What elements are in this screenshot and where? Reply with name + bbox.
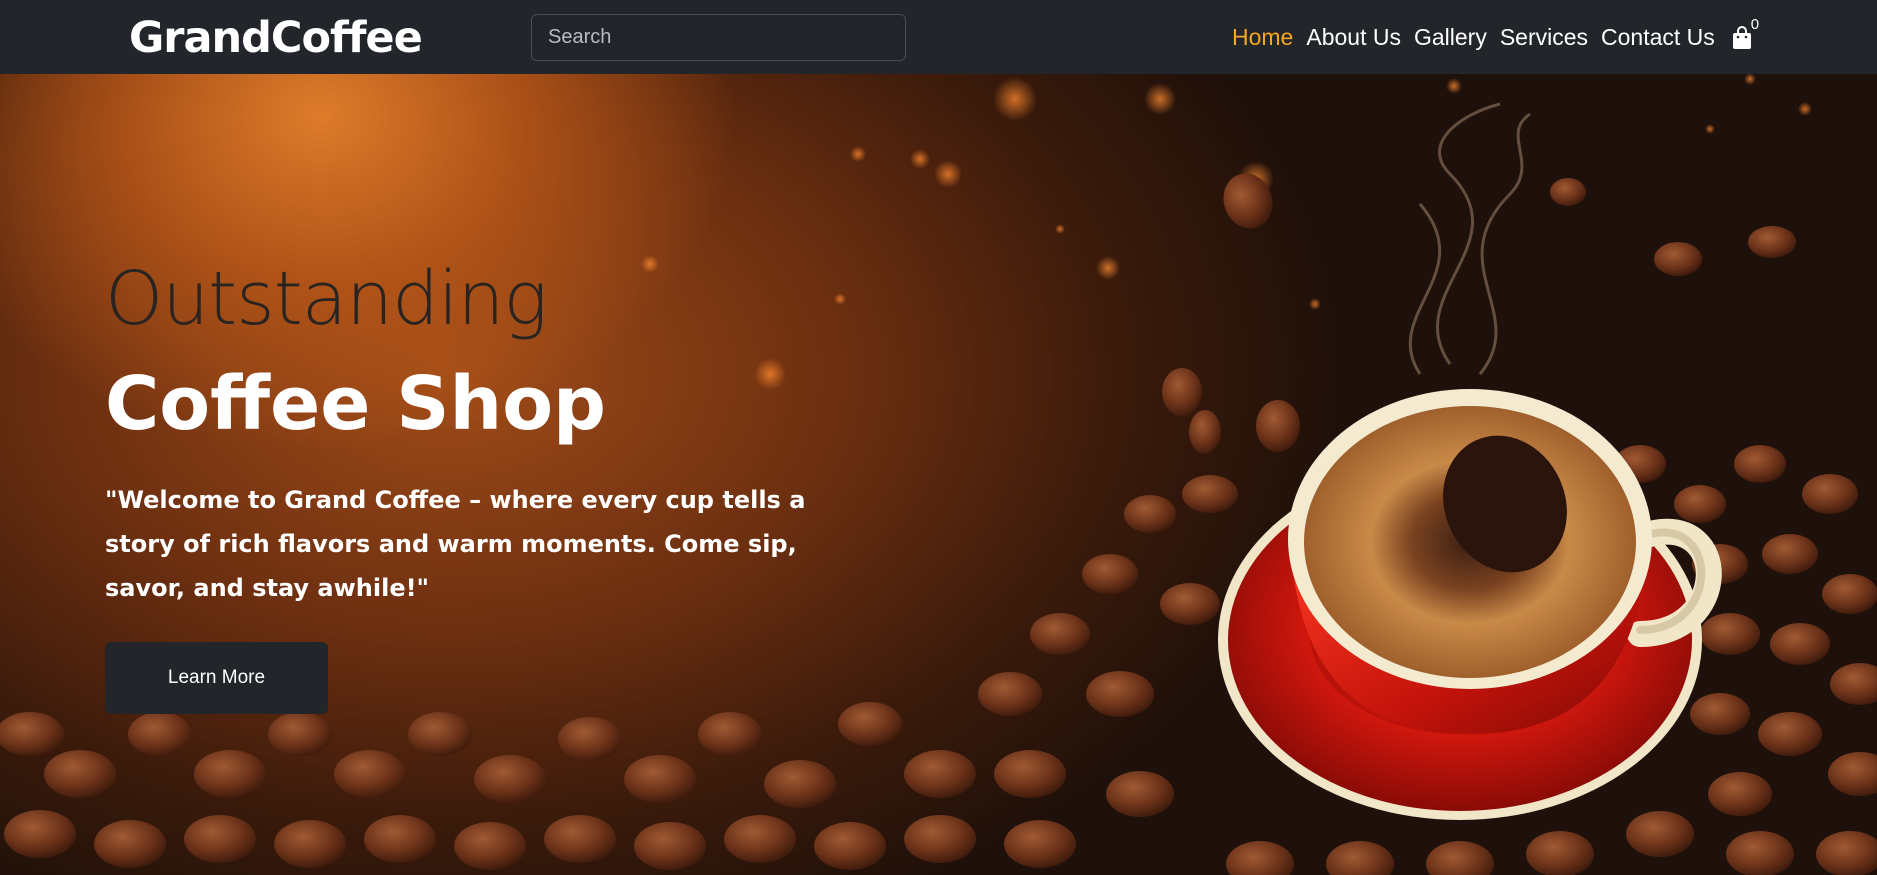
shopping-bag-icon	[1732, 26, 1751, 49]
nav-link-gallery[interactable]: Gallery	[1414, 20, 1487, 54]
hero-welcome-text: "Welcome to Grand Coffee – where every c…	[105, 486, 806, 602]
nav-links: Home About Us Gallery Services Contact U…	[1232, 16, 1762, 54]
search-input[interactable]	[531, 14, 906, 61]
coffee-cup-with-beans-image	[0, 74, 1877, 875]
cart-button[interactable]: 0	[1728, 16, 1762, 54]
hero-title-outstanding: Outstanding	[105, 256, 548, 342]
nav-link-about-us[interactable]: About Us	[1306, 20, 1401, 54]
nav-link-contact-us[interactable]: Contact Us	[1601, 20, 1715, 54]
hero-title-coffee-shop: Coffee Shop	[105, 361, 607, 447]
cart-count-badge: 0	[1750, 16, 1760, 33]
brand-logo[interactable]: GrandCoffee	[129, 12, 423, 64]
nav-link-services[interactable]: Services	[1500, 20, 1588, 54]
learn-more-button[interactable]: Learn More	[105, 642, 328, 714]
hero-section: Outstanding Coffee Shop "Welcome to Gran…	[0, 74, 1877, 875]
navbar: GrandCoffee Home About Us Gallery Servic…	[0, 0, 1877, 74]
nav-link-home[interactable]: Home	[1232, 20, 1293, 54]
